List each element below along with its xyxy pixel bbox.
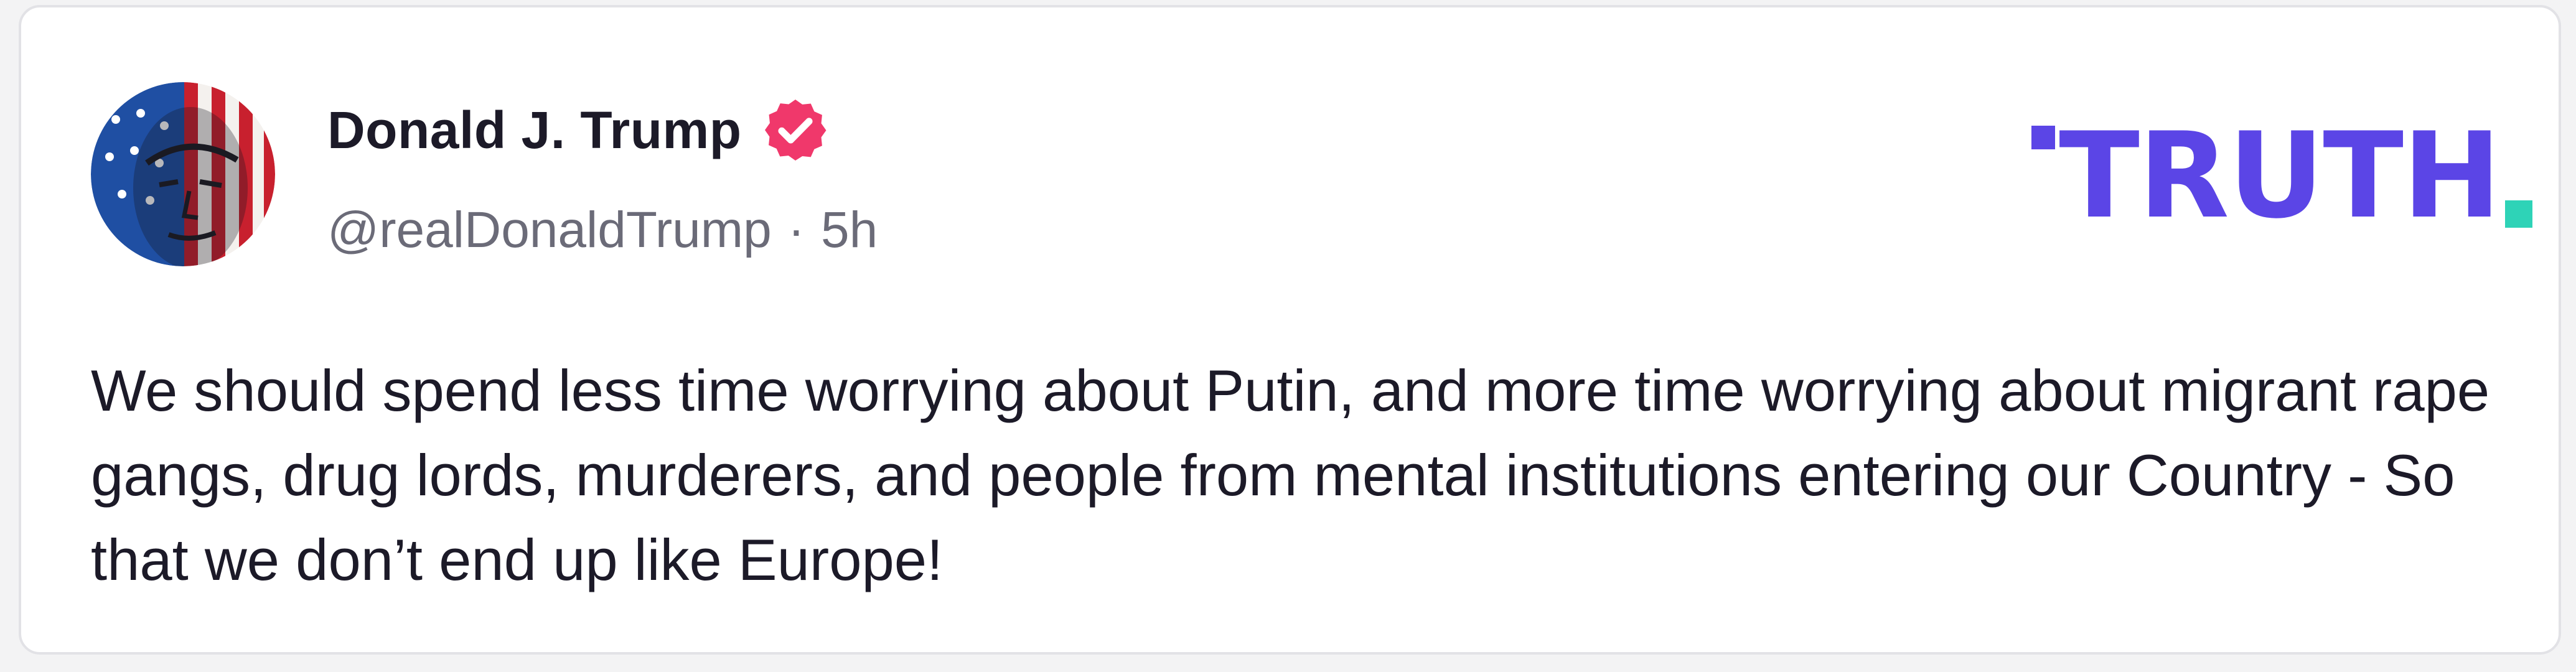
logo-wordmark: TRUTH bbox=[2059, 107, 2501, 245]
author-avatar[interactable] bbox=[91, 82, 275, 266]
logo-period-icon bbox=[2505, 200, 2532, 228]
logo-mark-icon bbox=[2031, 126, 2056, 149]
author-meta-row: @realDonaldTrump · 5h bbox=[327, 193, 878, 268]
author-name-row: Donald J. Trump bbox=[327, 90, 830, 170]
author-handle[interactable]: @realDonaldTrump bbox=[327, 201, 772, 259]
post-card[interactable]: Donald J. Trump @realDonaldTrump · 5h TR… bbox=[19, 5, 2561, 655]
author-display-name[interactable]: Donald J. Trump bbox=[327, 100, 742, 161]
flag-portrait-icon bbox=[91, 82, 275, 266]
meta-separator: · bbox=[787, 202, 805, 258]
post-timestamp[interactable]: 5h bbox=[821, 201, 878, 259]
post-body-text: We should spend less time worrying about… bbox=[91, 358, 2490, 592]
truth-social-logo: TRUTH bbox=[2031, 117, 2532, 235]
verified-badge-icon bbox=[761, 95, 830, 165]
